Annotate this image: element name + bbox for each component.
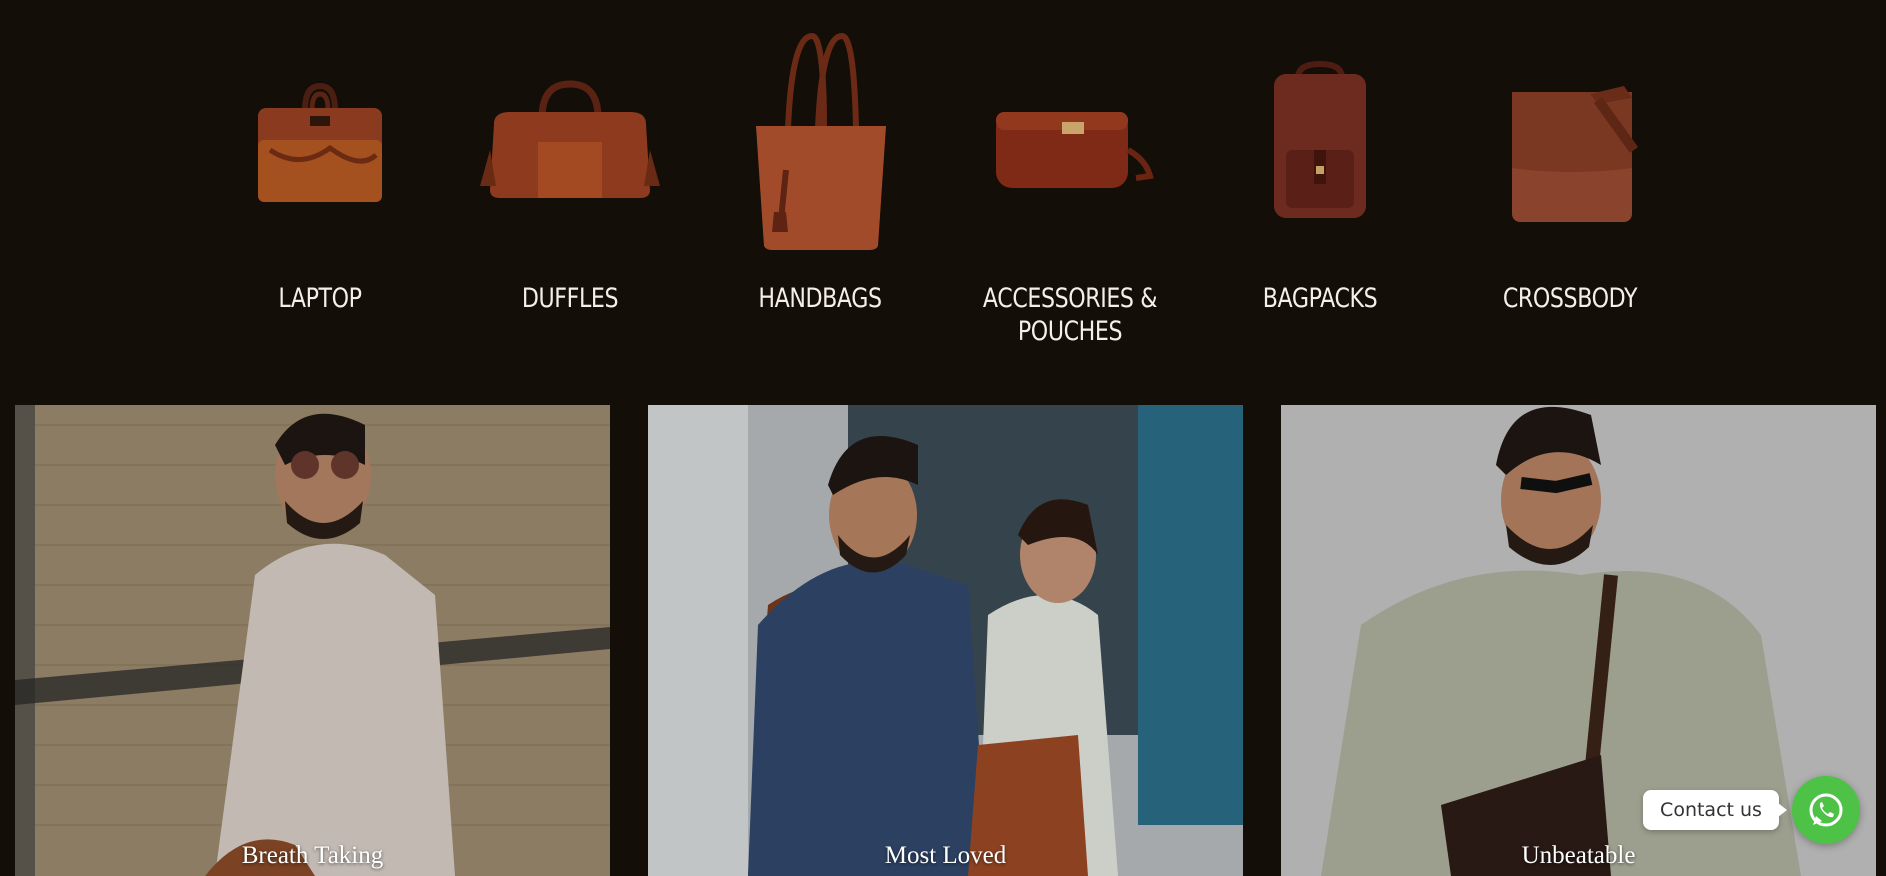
category-label: LAPTOP <box>278 283 362 314</box>
tote-handbag-icon <box>756 32 886 250</box>
messenger-bag-icon <box>1512 86 1639 222</box>
category-label: CROSSBODY <box>1502 283 1638 314</box>
backpack-icon <box>1274 60 1366 218</box>
tile-caption: Unbeatable <box>1521 842 1636 869</box>
lifestyle-photo <box>648 405 1243 876</box>
lifestyle-tile-breath-taking[interactable]: Breath Taking <box>15 405 610 876</box>
duffle-bag-icon <box>480 80 660 198</box>
laptop-bag-icon <box>258 82 382 202</box>
contact-us-bubble[interactable]: Contact us <box>1643 790 1787 830</box>
whatsapp-button[interactable] <box>1792 776 1860 844</box>
category-duffles[interactable]: DUFFLES <box>450 0 690 400</box>
lifestyle-tiles: Breath Taking Most Loved Unbeatable <box>0 405 1886 876</box>
whatsapp-icon <box>1809 793 1843 827</box>
category-accessories-pouches[interactable]: ACCESSORIES & POUCHES <box>950 0 1190 400</box>
category-crossbody[interactable]: CROSSBODY <box>1450 0 1690 400</box>
category-label: HANDBAGS <box>758 283 882 314</box>
lifestyle-photo <box>15 405 610 876</box>
category-handbags[interactable]: HANDBAGS <box>700 0 940 400</box>
category-label: ACCESSORIES & POUCHES <box>982 283 1158 347</box>
category-row: LAPTOP DUFFLES HANDBAGS ACCESSORIES & PO… <box>0 0 1886 405</box>
pouch-icon <box>996 112 1154 188</box>
category-laptop[interactable]: LAPTOP <box>200 0 440 400</box>
tile-caption: Breath Taking <box>241 842 384 869</box>
category-bagpacks[interactable]: BAGPACKS <box>1200 0 1440 400</box>
tile-caption: Most Loved <box>884 842 1007 869</box>
lifestyle-tile-most-loved[interactable]: Most Loved <box>648 405 1243 876</box>
category-label: DUFFLES <box>521 283 619 314</box>
category-label: BAGPACKS <box>1262 283 1378 314</box>
